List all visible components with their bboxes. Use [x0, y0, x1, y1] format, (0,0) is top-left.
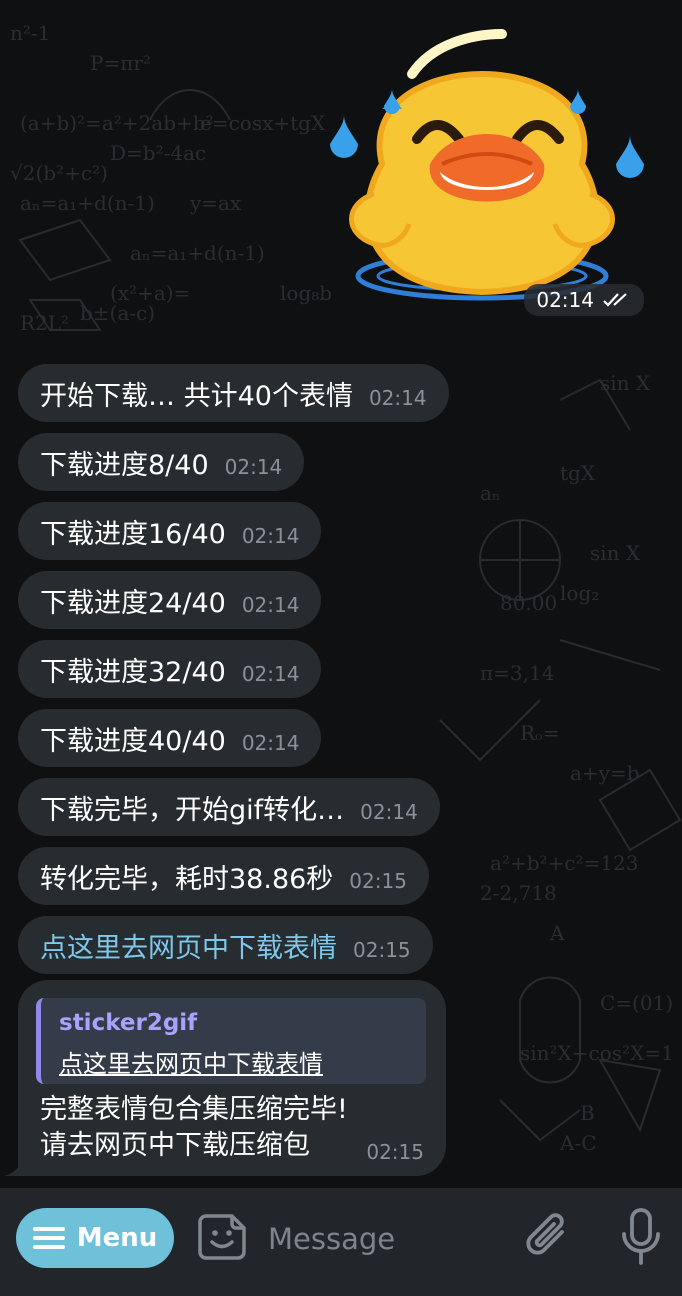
message-text-block: 完整表情包合集压缩完毕! 请去网页中下载压缩包 [40, 1092, 348, 1164]
message-bubble-link[interactable]: 点这里去网页中下载表情 02:15 [18, 916, 433, 974]
message-time: 02:14 [241, 662, 300, 686]
svg-text:aₙ=a₁+d(n-1): aₙ=a₁+d(n-1) [20, 191, 155, 215]
message-link-text[interactable]: 点这里去网页中下载表情 [40, 926, 337, 965]
message-time: 02:14 [360, 800, 418, 824]
message-time: 02:14 [368, 386, 427, 410]
sticker-icon[interactable] [198, 1212, 248, 1262]
message-bubble[interactable]: 下载进度24/40 02:14 [18, 571, 322, 629]
message-text-line2: 请去网页中下载压缩包 [40, 1130, 310, 1161]
double-check-icon [603, 293, 627, 307]
message-time: 02:14 [241, 593, 300, 617]
bubble-tail [4, 1150, 34, 1176]
quote-title: sticker2gif [59, 1010, 198, 1036]
message-text: 下载完毕，开始gif转化… [40, 794, 345, 826]
message-input[interactable] [266, 1216, 510, 1262]
svg-text:B: B [580, 1101, 595, 1125]
duck-sticker[interactable] [312, 14, 652, 314]
message-text-line1: 完整表情包合集压缩完毕! [40, 1094, 348, 1125]
svg-text:(a+b)²=a²+2ab+b²: (a+b)²=a²+2ab+b² [20, 111, 214, 135]
svg-text:aₙ: aₙ [480, 481, 501, 505]
sticker-timestamp: 02:14 [524, 284, 644, 316]
svg-text:sin X: sin X [590, 541, 641, 565]
message-time: 02:15 [353, 938, 411, 962]
svg-text:√2(b²+c²): √2(b²+c²) [10, 161, 108, 185]
svg-text:aₙ=a₁+d(n-1): aₙ=a₁+d(n-1) [130, 241, 265, 265]
message-bubble[interactable]: 下载进度16/40 02:14 [18, 502, 322, 560]
message-time: 02:15 [349, 869, 407, 893]
menu-button-label: Menu [76, 1223, 158, 1253]
message-bubble-final[interactable]: sticker2gif 点这里去网页中下载表情 完整表情包合集压缩完毕! 请去网… [18, 980, 446, 1176]
svg-text:Rₒ=: Rₒ= [520, 721, 560, 745]
message-bubble[interactable]: 开始下载… 共计40个表情 02:14 [18, 364, 449, 422]
svg-text:sin²X+cos²X=1: sin²X+cos²X=1 [520, 1041, 674, 1065]
svg-text:D=b²-4ac: D=b²-4ac [110, 141, 206, 165]
message-bubble[interactable]: 下载进度32/40 02:14 [18, 640, 322, 698]
message-time: 02:14 [241, 524, 300, 548]
message-bubble[interactable]: 下载进度40/40 02:14 [18, 709, 322, 767]
svg-text:2-2,718: 2-2,718 [480, 881, 557, 905]
message-bubble[interactable]: 下载进度8/40 02:14 [18, 433, 305, 491]
svg-text:P=πr²: P=πr² [90, 51, 151, 75]
svg-text:tgX: tgX [560, 461, 596, 485]
sticker-time-text: 02:14 [536, 288, 594, 312]
svg-text:a²+b²+c²=123: a²+b²+c²=123 [490, 851, 638, 875]
message-text: 下载进度24/40 [40, 587, 226, 619]
message-input-bar: Menu [0, 1188, 682, 1296]
menu-icon [32, 1227, 65, 1249]
svg-text:80.00: 80.00 [500, 591, 557, 615]
microphone-icon[interactable] [618, 1206, 664, 1268]
svg-text:n²-1: n²-1 [10, 21, 50, 45]
svg-text:A: A [549, 921, 565, 945]
menu-button[interactable]: Menu [16, 1208, 174, 1268]
message-time: 02:14 [224, 455, 283, 479]
svg-text:e=cosx+tgX: e=cosx+tgX [200, 111, 326, 135]
message-time: 02:15 [366, 1140, 424, 1164]
svg-text:y=ax: y=ax [189, 191, 242, 215]
svg-text:log₂: log₂ [560, 581, 599, 605]
message-text: 下载进度32/40 [40, 656, 226, 688]
svg-text:a+y=b: a+y=b [570, 761, 640, 785]
message-text: 下载进度8/40 [40, 449, 209, 481]
paperclip-icon[interactable] [524, 1210, 572, 1262]
message-bubble[interactable]: 转化完毕，耗时38.86秒 02:15 [18, 847, 429, 905]
quote-link[interactable]: 点这里去网页中下载表情 [59, 1044, 426, 1079]
message-text: 下载进度16/40 [40, 518, 226, 550]
message-bubble[interactable]: 下载完毕，开始gif转化… 02:14 [18, 778, 440, 836]
message-text: 转化完毕，耗时38.86秒 [40, 863, 334, 895]
svg-text:R2L²: R2L² [20, 311, 69, 335]
svg-text:A-C: A-C [559, 1131, 597, 1155]
link-preview-quote[interactable]: sticker2gif 点这里去网页中下载表情 [36, 998, 426, 1084]
message-text: 下载进度40/40 [40, 725, 226, 757]
svg-text:sin X: sin X [600, 371, 651, 395]
svg-text:π=3,14: π=3,14 [480, 661, 554, 685]
svg-text:C=(01): C=(01) [600, 991, 673, 1015]
svg-text:b±(a-c): b±(a-c) [80, 301, 155, 325]
message-text: 开始下载… 共计40个表情 [40, 380, 353, 412]
message-time: 02:14 [241, 731, 300, 755]
